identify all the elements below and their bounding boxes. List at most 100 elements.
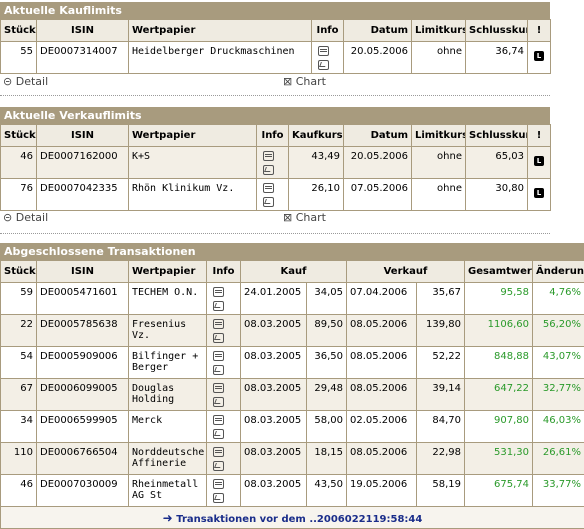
cell-stueck: 46 (1, 475, 37, 507)
database-icon[interactable] (213, 351, 224, 361)
cell-isin: DE0005471601 (37, 283, 129, 315)
table-row[interactable]: 46DE0007030009Rheinmetall AG St08.03.200… (1, 475, 584, 507)
table-row[interactable]: 76 DE0007042335 Rhön Klinikum Vz. 26,10 … (1, 179, 551, 211)
cell-kauf-kurs: 34,05 (307, 283, 347, 315)
chart-icon[interactable] (213, 301, 224, 311)
cell-info (207, 347, 241, 379)
verkauflimits-title: Aktuelle Verkauflimits (0, 107, 550, 124)
col-stueck: Stück (1, 261, 37, 283)
cell-alert: L (528, 42, 551, 74)
chart-icon[interactable] (213, 397, 224, 407)
col-info: Info (207, 261, 241, 283)
chart-icon[interactable] (263, 165, 274, 175)
col-isin: ISIN (37, 20, 129, 42)
col-isin: ISIN (37, 125, 129, 147)
cell-isin: DE0006099005 (37, 379, 129, 411)
chart-icon[interactable] (213, 493, 224, 503)
chart-icon[interactable] (318, 60, 329, 70)
col-kauf: Kauf (241, 261, 347, 283)
col-alert: ! (528, 20, 551, 42)
cell-wertpapier: Heidelberger Druckmaschinen (129, 42, 312, 74)
table-row[interactable]: 59DE0005471601TECHEM O.N.24.01.200534,05… (1, 283, 584, 315)
cell-verkauf-kurs: 39,14 (417, 379, 465, 411)
database-icon[interactable] (213, 447, 224, 457)
cell-verkauf-datum: 08.05.2006 (347, 379, 417, 411)
cell-isin: DE0006599905 (37, 411, 129, 443)
cell-kauf-datum: 08.03.2005 (241, 315, 307, 347)
table-row[interactable]: 22DE0005785638Fresenius Vz.08.03.200589,… (1, 315, 584, 347)
table-row[interactable]: 46 DE0007162000 K+S 43,49 20.05.2006 ohn… (1, 147, 551, 179)
cell-kauf-datum: 08.03.2005 (241, 443, 307, 475)
cell-kauf-datum: 08.03.2005 (241, 379, 307, 411)
cell-isin: DE0007314007 (37, 42, 129, 74)
cell-limit: ohne (412, 147, 466, 179)
cell-wertpapier: Bilfinger + Berger (129, 347, 207, 379)
database-icon[interactable] (213, 319, 224, 329)
cell-gesamtwert: 848,88 (465, 347, 533, 379)
col-datum: Datum (344, 20, 412, 42)
cell-info (207, 379, 241, 411)
chart-icon[interactable] (213, 333, 224, 343)
cell-verkauf-kurs: 22,98 (417, 443, 465, 475)
limit-alert-icon[interactable]: L (534, 51, 544, 61)
cell-gesamtwert: 95,58 (465, 283, 533, 315)
database-icon[interactable] (263, 151, 274, 161)
table-row[interactable]: 54DE0005909006Bilfinger + Berger08.03.20… (1, 347, 584, 379)
cell-wertpapier: TECHEM O.N. (129, 283, 207, 315)
limit-alert-icon[interactable]: L (534, 188, 544, 198)
chart-icon[interactable] (213, 461, 224, 471)
table-row[interactable]: 34DE0006599905Merck08.03.200558,0002.05.… (1, 411, 584, 443)
chart-link[interactable]: ⊠ Chart (283, 75, 326, 88)
cell-gesamtwert: 907,80 (465, 411, 533, 443)
database-icon[interactable] (263, 183, 274, 193)
detail-link[interactable]: ⊝ Detail (3, 211, 48, 224)
cell-stueck: 34 (1, 411, 37, 443)
divider (0, 233, 550, 234)
chart-link[interactable]: ⊠ Chart (283, 211, 326, 224)
transaktionen-header-row: Stück ISIN Wertpapier Info Kauf Verkauf … (1, 261, 584, 283)
cell-alert: L (528, 179, 551, 211)
col-alert: ! (528, 125, 551, 147)
chart-icon[interactable] (263, 197, 274, 207)
cell-info (312, 42, 344, 74)
cell-stueck: 46 (1, 147, 37, 179)
kauflimits-title: Aktuelle Kauflimits (0, 2, 550, 19)
cell-schluss: 30,80 (466, 179, 528, 211)
cell-info (207, 475, 241, 507)
cell-verkauf-datum: 19.05.2006 (347, 475, 417, 507)
cell-verkauf-datum: 08.05.2006 (347, 443, 417, 475)
cell-kauf-kurs: 43,50 (307, 475, 347, 507)
cell-stueck: 22 (1, 315, 37, 347)
cell-info (207, 315, 241, 347)
cell-stueck: 59 (1, 283, 37, 315)
table-row[interactable]: 67DE0006099005Douglas Holding08.03.20052… (1, 379, 584, 411)
database-icon[interactable] (213, 383, 224, 393)
col-wertpapier: Wertpapier (129, 261, 207, 283)
detail-link[interactable]: ⊝ Detail (3, 75, 48, 88)
col-info: Info (257, 125, 289, 147)
table-row[interactable]: 110DE0006766504Norddeutsche Affinerie08.… (1, 443, 584, 475)
cell-stueck: 67 (1, 379, 37, 411)
kauflimits-table: Stück ISIN Wertpapier Info Datum Limitku… (0, 19, 551, 74)
arrow-right-icon: ➜ (163, 511, 173, 525)
chart-icon[interactable] (213, 365, 224, 375)
cell-kauf-kurs: 29,48 (307, 379, 347, 411)
col-limitkurs: Limitkurs (412, 125, 466, 147)
cell-stueck: 110 (1, 443, 37, 475)
database-icon[interactable] (213, 479, 224, 489)
limit-alert-icon[interactable]: L (534, 156, 544, 166)
database-icon[interactable] (213, 415, 224, 425)
cell-gesamtwert: 1106,60 (465, 315, 533, 347)
cell-verkauf-datum: 08.05.2006 (347, 315, 417, 347)
cell-aenderung: 46,03% (533, 411, 584, 443)
cell-info (207, 411, 241, 443)
cell-aenderung: 56,20% (533, 315, 584, 347)
table-row[interactable]: 55 DE0007314007 Heidelberger Druckmaschi… (1, 42, 551, 74)
cell-isin: DE0006766504 (37, 443, 129, 475)
database-icon[interactable] (213, 287, 224, 297)
chart-icon[interactable] (213, 429, 224, 439)
cell-isin: DE0007162000 (37, 147, 129, 179)
cell-wertpapier: Rheinmetall AG St (129, 475, 207, 507)
cell-datum: 07.05.2006 (344, 179, 412, 211)
database-icon[interactable] (318, 46, 329, 56)
